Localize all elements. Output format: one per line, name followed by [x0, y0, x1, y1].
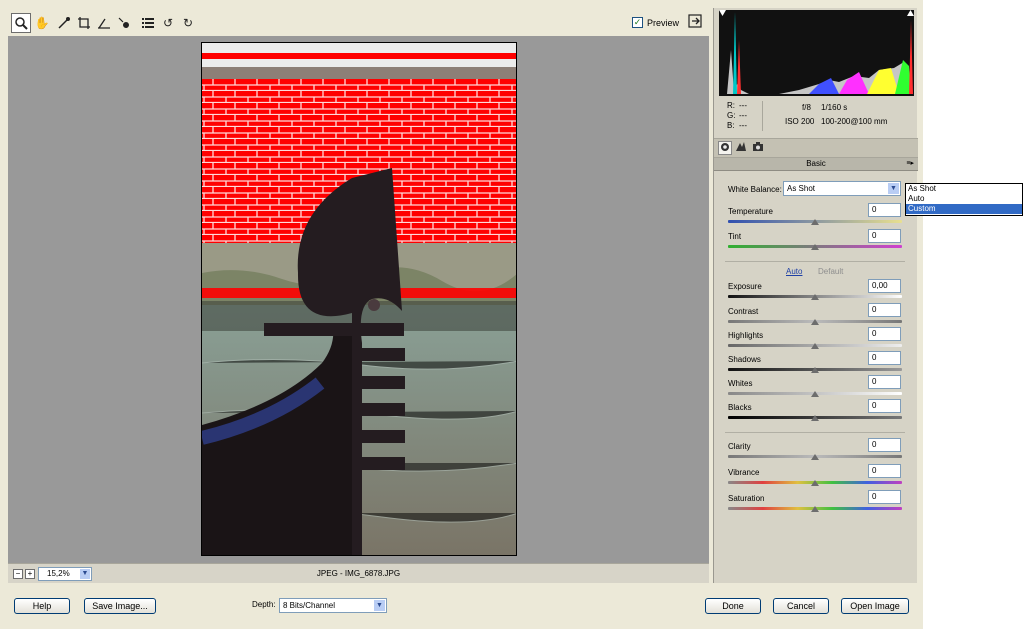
divider: [725, 432, 905, 433]
white-balance-select[interactable]: As Shot ▼: [783, 181, 901, 196]
default-link[interactable]: Default: [818, 267, 843, 276]
exposure-slider-thumb[interactable]: [811, 294, 819, 300]
whites-label: Whites: [728, 379, 753, 388]
whites-slider-thumb[interactable]: [811, 391, 819, 397]
rotate-left-icon[interactable]: ↺: [158, 13, 178, 33]
chevron-down-icon[interactable]: ▼: [374, 600, 385, 611]
depth-value: 8 Bits/Channel: [283, 601, 336, 610]
highlights-slider-thumb[interactable]: [811, 343, 819, 349]
blacks-field[interactable]: 0: [868, 399, 901, 413]
file-name: JPEG - IMG_6878.JPG: [316, 569, 401, 578]
hand-icon[interactable]: ✋: [32, 13, 52, 33]
white-balance-dropdown-list[interactable]: As Shot Auto Custom: [905, 183, 1023, 216]
tint-slider-thumb[interactable]: [811, 244, 819, 250]
toolbar: ✋ ↺ ↻ ✓ Preview: [8, 10, 708, 36]
exposure-label: Exposure: [728, 282, 762, 291]
help-button[interactable]: Help: [14, 598, 70, 614]
done-button[interactable]: Done: [705, 598, 761, 614]
white-balance-label: White Balance:: [728, 185, 782, 194]
shadows-label: Shadows: [728, 355, 761, 364]
blacks-label: Blacks: [728, 403, 752, 412]
contrast-label: Contrast: [728, 307, 759, 316]
status-bar: − + 15,2% ▼ JPEG - IMG_6878.JPG: [8, 563, 709, 583]
tint-label: Tint: [728, 232, 742, 241]
highlights-field[interactable]: 0: [868, 327, 901, 341]
saturation-slider-thumb[interactable]: [811, 506, 819, 512]
auto-link[interactable]: Auto: [786, 267, 802, 276]
straighten-icon[interactable]: [94, 13, 114, 33]
fullscreen-icon[interactable]: [686, 13, 704, 31]
temperature-field[interactable]: 0: [868, 203, 901, 217]
cancel-button[interactable]: Cancel: [773, 598, 829, 614]
vibrance-field[interactable]: 0: [868, 464, 901, 478]
saturation-field[interactable]: 0: [868, 490, 901, 504]
white-balance-value: As Shot: [787, 184, 816, 193]
wb-option-auto[interactable]: Auto: [906, 194, 1022, 204]
wb-option-as-shot[interactable]: As Shot: [906, 184, 1022, 194]
temperature-label: Temperature: [728, 207, 773, 216]
photo-preview: [201, 42, 517, 556]
camera-raw-window: ✋ ↺ ↻ ✓ Preview − + 15,2% ▼ JPEG - IMG_6…: [0, 0, 923, 629]
preview-label: Preview: [647, 18, 680, 28]
open-image-button[interactable]: Open Image: [841, 598, 909, 614]
wb-option-custom[interactable]: Custom: [906, 204, 1022, 214]
preview-checkbox[interactable]: ✓: [632, 17, 643, 28]
contrast-slider-thumb[interactable]: [811, 319, 819, 325]
clarity-slider-thumb[interactable]: [811, 454, 819, 460]
saturation-label: Saturation: [728, 494, 765, 503]
vibrance-label: Vibrance: [728, 468, 760, 477]
depth-label: Depth:: [252, 600, 276, 609]
rotate-right-icon[interactable]: ↻: [178, 13, 198, 33]
blacks-slider-thumb[interactable]: [811, 415, 819, 421]
preferences-icon[interactable]: [138, 13, 158, 33]
exposure-field[interactable]: 0,00: [868, 279, 901, 293]
basic-controls: White Balance: As Shot ▼ Temperature 0 T…: [713, 0, 917, 629]
highlights-label: Highlights: [728, 331, 764, 340]
shadows-field[interactable]: 0: [868, 351, 901, 365]
image-preview-area[interactable]: [8, 36, 709, 563]
temperature-slider-thumb[interactable]: [811, 219, 819, 225]
white-balance-eyedropper-icon[interactable]: [54, 13, 74, 33]
zoom-icon[interactable]: [11, 13, 31, 33]
clarity-field[interactable]: 0: [868, 438, 901, 452]
tint-field[interactable]: 0: [868, 229, 901, 243]
shadows-slider-thumb[interactable]: [811, 367, 819, 373]
red-eye-icon[interactable]: [114, 13, 134, 33]
save-image-button[interactable]: Save Image...: [84, 598, 156, 614]
contrast-field[interactable]: 0: [868, 303, 901, 317]
vibrance-slider-thumb[interactable]: [811, 480, 819, 486]
clarity-label: Clarity: [728, 442, 751, 451]
divider: [725, 261, 905, 262]
crop-icon[interactable]: [74, 13, 94, 33]
depth-select[interactable]: 8 Bits/Channel ▼: [279, 598, 387, 613]
whites-field[interactable]: 0: [868, 375, 901, 389]
chevron-down-icon[interactable]: ▼: [888, 183, 899, 194]
